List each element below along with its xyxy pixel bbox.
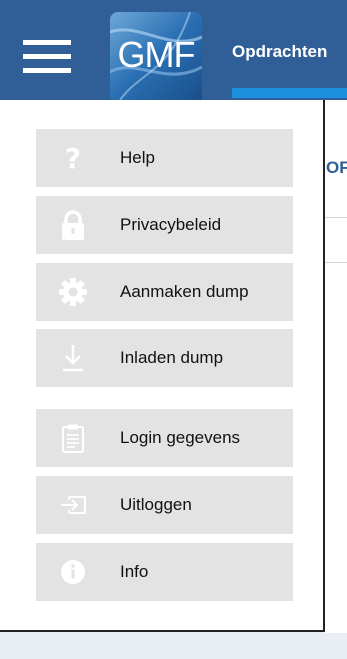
menu-item-uitloggen[interactable]: Uitloggen <box>36 476 293 534</box>
background-heading: OF <box>326 158 347 177</box>
clipboard-icon <box>58 423 88 453</box>
navigation-drawer: ? Help Privacybeleid Aanmaken dump Inlad… <box>0 100 325 632</box>
menu-item-privacybeleid[interactable]: Privacybeleid <box>36 196 293 254</box>
background-content <box>325 100 347 659</box>
top-app-bar: GMF Opdrachten <box>0 0 347 100</box>
menu-item-label: Login gegevens <box>120 428 241 447</box>
menu-item-label: Info <box>120 562 149 581</box>
background-row <box>325 217 347 263</box>
logo-text: GMF <box>117 34 196 75</box>
lock-icon <box>58 210 88 240</box>
svg-text:?: ? <box>65 143 81 173</box>
menu-item-label: Help <box>120 148 155 167</box>
download-icon <box>58 343 88 373</box>
active-tab-indicator <box>232 88 347 98</box>
background-footer <box>0 633 347 659</box>
menu-item-label: Inladen dump <box>120 348 224 367</box>
hamburger-menu-icon[interactable] <box>23 40 73 74</box>
menu-item-login-gegevens[interactable]: Login gegevens <box>36 409 293 467</box>
menu-item-info[interactable]: Info <box>36 543 293 601</box>
menu-item-label: Aanmaken dump <box>120 282 249 301</box>
page-title[interactable]: Opdrachten <box>232 42 327 62</box>
menu-item-label: Privacybeleid <box>120 215 222 234</box>
menu-item-label: Uitloggen <box>120 495 192 514</box>
question-icon: ? <box>58 143 88 173</box>
menu-item-inladen-dump[interactable]: Inladen dump <box>36 329 293 387</box>
info-icon <box>58 557 88 587</box>
gmf-logo: GMF <box>110 12 202 100</box>
logout-icon <box>58 490 88 520</box>
menu-item-help[interactable]: ? Help <box>36 129 293 187</box>
menu-item-aanmaken-dump[interactable]: Aanmaken dump <box>36 263 293 321</box>
gear-icon <box>58 277 88 307</box>
